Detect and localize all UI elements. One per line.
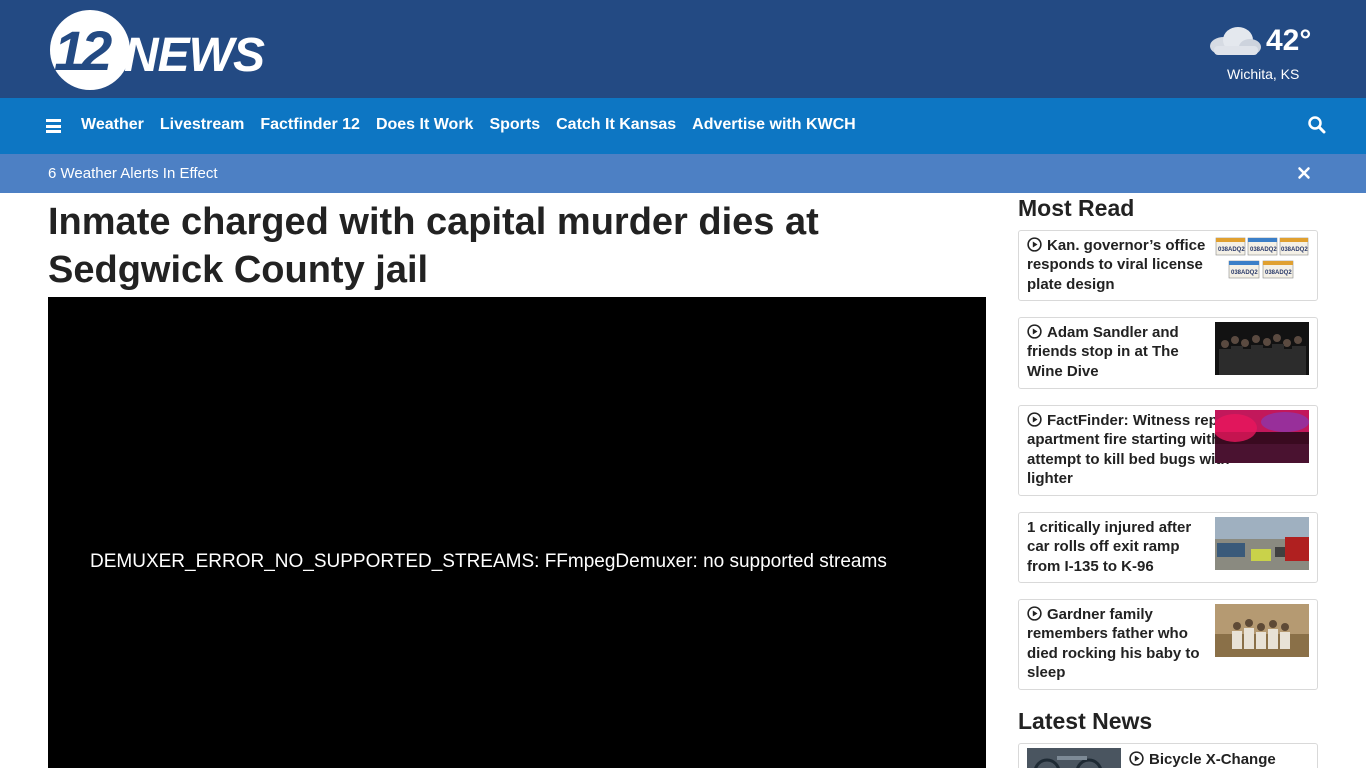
- most-read-title: Most Read: [1018, 195, 1135, 221]
- latest-news-title: Latest News: [1018, 708, 1153, 734]
- svg-text:038ADQ2: 038ADQ2: [1281, 247, 1308, 253]
- weather-alert-text[interactable]: 6 Weather Alerts In Effect: [48, 165, 218, 182]
- video-player[interactable]: DEMUXER_ERROR_NO_SUPPORTED_STREAMS: FFmp…: [48, 297, 986, 768]
- nav-link-weather[interactable]: Weather: [81, 116, 144, 134]
- nav-link-livestream[interactable]: Livestream: [160, 116, 245, 134]
- play-icon: [1027, 412, 1042, 427]
- temperature: 42°: [1266, 24, 1312, 57]
- story-headline-text: Kan. governor’s office responds to viral…: [1027, 237, 1206, 293]
- nav-link-does-it-work[interactable]: Does It Work: [376, 116, 474, 134]
- svg-text:12: 12: [54, 19, 112, 82]
- story-headline: Gardner family remembers father who died…: [1027, 605, 1213, 682]
- weather-widget[interactable]: 42° Wichita, KS: [1206, 22, 1322, 86]
- group-photo-thumbnail: [1215, 322, 1309, 375]
- play-icon: [1027, 324, 1042, 339]
- most-read-item[interactable]: Adam Sandler and friends stop in at The …: [1018, 317, 1318, 389]
- play-icon: [1129, 751, 1144, 766]
- play-icon: [1027, 606, 1042, 621]
- story-headline: Bicycle X-Change: [1129, 750, 1309, 768]
- play-icon: [1027, 237, 1042, 252]
- story-headline: Adam Sandler and friends stop in at The …: [1027, 323, 1213, 381]
- bicycle-thumbnail: [1027, 748, 1121, 768]
- weather-city: Wichita, KS: [1227, 66, 1300, 82]
- nav-link-advertise[interactable]: Advertise with KWCH: [692, 116, 856, 134]
- cloud-icon: [1210, 27, 1261, 55]
- story-headline: Kan. governor’s office responds to viral…: [1027, 236, 1213, 294]
- svg-text:038ADQ2: 038ADQ2: [1265, 270, 1292, 276]
- svg-text:038ADQ2: 038ADQ2: [1231, 270, 1258, 276]
- main-nav: Weather Livestream Factfinder 12 Does It…: [0, 98, 1366, 154]
- story-headline: 1 critically injured after car rolls off…: [1027, 519, 1192, 575]
- video-error-message: DEMUXER_ERROR_NO_SUPPORTED_STREAMS: FFmp…: [90, 551, 887, 572]
- family-photo-thumbnail: [1215, 604, 1309, 657]
- nav-link-factfinder-12[interactable]: Factfinder 12: [260, 116, 360, 134]
- search-icon[interactable]: [1307, 115, 1327, 135]
- latest-news-item[interactable]: Bicycle X-Change: [1018, 743, 1318, 768]
- most-read-item[interactable]: 1 critically injured after car rolls off…: [1018, 512, 1318, 583]
- nav-link-catch-it-kansas[interactable]: Catch It Kansas: [556, 116, 676, 134]
- hamburger-icon[interactable]: [46, 119, 61, 133]
- weather-alert-bar[interactable]: 6 Weather Alerts In Effect: [0, 154, 1366, 193]
- most-read-item[interactable]: Kan. governor’s office responds to viral…: [1018, 230, 1318, 301]
- svg-text:038ADQ2: 038ADQ2: [1218, 247, 1245, 253]
- story-headline-text: FactFinder: Witness reports apartment fi…: [1027, 412, 1247, 487]
- most-read-item[interactable]: Gardner family remembers father who died…: [1018, 599, 1318, 690]
- story-headline-text: Adam Sandler and friends stop in at The …: [1027, 324, 1179, 380]
- svg-text:038ADQ2: 038ADQ2: [1250, 247, 1277, 253]
- story-headline-text: Gardner family remembers father who died…: [1027, 606, 1200, 681]
- story-headline-text: Bicycle X-Change: [1149, 751, 1276, 768]
- svg-text:NEWS: NEWS: [124, 29, 265, 82]
- license-plates-thumbnail: 038ADQ2 038ADQ2 038ADQ2 038ADQ2 038ADQ2: [1215, 235, 1309, 288]
- fire-scene-thumbnail: [1215, 410, 1309, 463]
- article-headline: Inmate charged with capital murder dies …: [48, 201, 819, 291]
- nav-links: Weather Livestream Factfinder 12 Does It…: [81, 116, 872, 134]
- site-logo[interactable]: 12 NEWS: [48, 8, 280, 92]
- crash-scene-thumbnail: [1215, 517, 1309, 570]
- nav-link-sports[interactable]: Sports: [489, 116, 540, 134]
- site-header: 12 NEWS 42° Wichita, KS: [0, 0, 1366, 98]
- close-icon[interactable]: [1297, 166, 1311, 180]
- most-read-item[interactable]: FactFinder: Witness reports apartment fi…: [1018, 405, 1318, 496]
